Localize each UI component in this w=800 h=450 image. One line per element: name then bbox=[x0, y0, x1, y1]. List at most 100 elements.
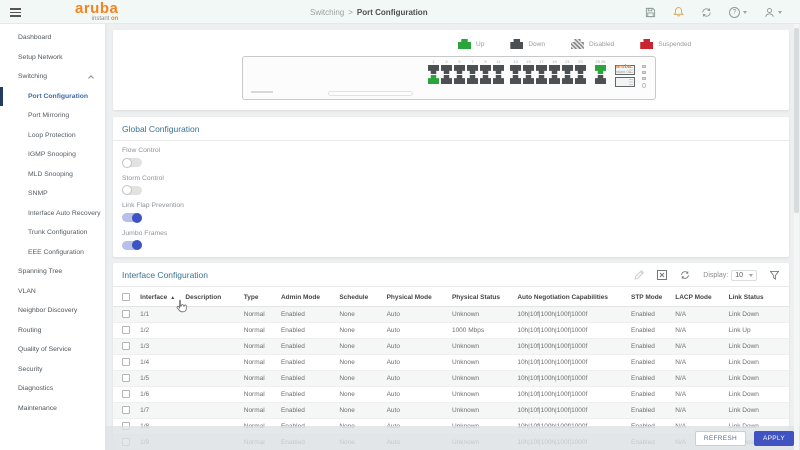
legend-down-icon bbox=[510, 39, 523, 49]
sidebar-item-security[interactable]: Security bbox=[0, 360, 105, 380]
sidebar-item-igmp-snooping[interactable]: IGMP Snooping bbox=[0, 145, 105, 165]
port-23[interactable] bbox=[575, 65, 586, 74]
storm-control-toggle[interactable] bbox=[122, 186, 142, 195]
column-header-schedule[interactable]: Schedule bbox=[336, 289, 383, 306]
port-11[interactable] bbox=[493, 65, 504, 74]
sidebar-item-eee-configuration[interactable]: EEE Configuration bbox=[0, 243, 105, 263]
sidebar-item-port-mirroring[interactable]: Port Mirroring bbox=[0, 106, 105, 126]
sidebar-item-quality-of-service[interactable]: Quality of Service bbox=[0, 340, 105, 360]
port-9[interactable] bbox=[480, 65, 491, 74]
scrollbar-track[interactable] bbox=[794, 24, 799, 450]
port-24[interactable] bbox=[575, 75, 586, 84]
port-17[interactable] bbox=[536, 65, 547, 74]
port-21[interactable] bbox=[562, 65, 573, 74]
port-number-label: 5 bbox=[454, 60, 465, 64]
port-3[interactable] bbox=[441, 65, 452, 74]
table-row[interactable]: 1/7NormalEnabledNoneAutoUnknown10h|10f|1… bbox=[113, 402, 789, 418]
sidebar-item-port-configuration[interactable]: Port Configuration bbox=[0, 87, 105, 107]
sfp-slot[interactable] bbox=[615, 77, 635, 87]
column-header-physical-mode[interactable]: Physical Mode bbox=[384, 289, 449, 306]
table-row[interactable]: 1/1NormalEnabledNoneAutoUnknown10h|10f|1… bbox=[113, 306, 789, 322]
user-icon[interactable] bbox=[764, 7, 782, 18]
sidebar-item-label: IGMP Snooping bbox=[28, 151, 76, 158]
flow-control-toggle[interactable] bbox=[122, 158, 142, 167]
port-2[interactable] bbox=[428, 75, 439, 84]
column-header-link-status[interactable]: Link Status bbox=[726, 289, 789, 306]
sidebar-item-diagnostics[interactable]: Diagnostics bbox=[0, 379, 105, 399]
port-10[interactable] bbox=[480, 75, 491, 84]
sidebar-item-maintenance[interactable]: Maintenance bbox=[0, 399, 105, 419]
sync-icon[interactable] bbox=[701, 7, 712, 18]
column-header-lacp-mode[interactable]: LACP Mode bbox=[672, 289, 725, 306]
column-header-physical-status[interactable]: Physical Status bbox=[449, 289, 514, 306]
sidebar-item-interface-auto-recovery[interactable]: Interface Auto Recovery bbox=[0, 204, 105, 224]
sidebar-item-trunk-configuration[interactable]: Trunk Configuration bbox=[0, 223, 105, 243]
port-column: 11 bbox=[493, 60, 504, 84]
hamburger-menu-icon[interactable] bbox=[10, 8, 21, 19]
sidebar-item-snmp[interactable]: SNMP bbox=[0, 184, 105, 204]
save-icon[interactable] bbox=[645, 7, 656, 18]
port-16[interactable] bbox=[523, 75, 534, 84]
table-row[interactable]: 1/5NormalEnabledNoneAutoUnknown10h|10f|1… bbox=[113, 370, 789, 386]
port-26[interactable] bbox=[595, 75, 606, 84]
sidebar-item-switching[interactable]: Switching bbox=[0, 67, 105, 87]
column-header-type[interactable]: Type bbox=[241, 289, 278, 306]
breadcrumb-section[interactable]: Switching bbox=[310, 8, 344, 17]
sidebar-item-setup-network[interactable]: Setup Network bbox=[0, 48, 105, 68]
port-column: 5 bbox=[454, 60, 465, 84]
cursor-pointer-icon bbox=[175, 299, 188, 314]
table-row[interactable]: 1/2NormalEnabledNoneAuto1000 Mbps10h|10f… bbox=[113, 322, 789, 338]
port-5[interactable] bbox=[454, 65, 465, 74]
column-header-stp-mode[interactable]: STP Mode bbox=[628, 289, 672, 306]
table-row[interactable]: 1/6NormalEnabledNoneAutoUnknown10h|10f|1… bbox=[113, 386, 789, 402]
port-1[interactable] bbox=[428, 65, 439, 74]
sidebar-item-vlan[interactable]: VLAN bbox=[0, 282, 105, 302]
scrollbar-thumb[interactable] bbox=[794, 28, 799, 213]
display-count-dropdown[interactable]: Display: 10 bbox=[703, 270, 757, 281]
port-22[interactable] bbox=[562, 75, 573, 84]
apply-button[interactable]: APPLY bbox=[754, 431, 794, 446]
refresh-icon[interactable] bbox=[680, 267, 690, 285]
row-checkbox[interactable] bbox=[122, 390, 130, 398]
sidebar-item-spanning-tree[interactable]: Spanning Tree bbox=[0, 262, 105, 282]
port-14[interactable] bbox=[510, 75, 521, 84]
jumbo-frames-toggle[interactable] bbox=[122, 241, 142, 250]
port-12[interactable] bbox=[493, 75, 504, 84]
sidebar-item-routing[interactable]: Routing bbox=[0, 321, 105, 341]
bell-icon[interactable] bbox=[673, 6, 684, 18]
table-row[interactable]: 1/3NormalEnabledNoneAutoUnknown10h|10f|1… bbox=[113, 338, 789, 354]
export-icon[interactable] bbox=[657, 267, 667, 285]
row-checkbox[interactable] bbox=[122, 342, 130, 350]
row-checkbox[interactable] bbox=[122, 358, 130, 366]
select-all-checkbox[interactable] bbox=[122, 293, 130, 301]
sidebar-item-mld-snooping[interactable]: MLD Snooping bbox=[0, 165, 105, 185]
port-4[interactable] bbox=[441, 75, 452, 84]
port-19[interactable] bbox=[549, 65, 560, 74]
help-icon[interactable]: ? bbox=[729, 7, 747, 18]
port-number-label: 7 bbox=[467, 60, 478, 64]
sidebar-item-dashboard[interactable]: Dashboard bbox=[0, 28, 105, 48]
port-6[interactable] bbox=[454, 75, 465, 84]
port-25[interactable] bbox=[595, 65, 606, 74]
table-row[interactable]: 1/4NormalEnabledNoneAutoUnknown10h|10f|1… bbox=[113, 354, 789, 370]
port-18[interactable] bbox=[536, 75, 547, 84]
row-checkbox[interactable] bbox=[122, 326, 130, 334]
link-flap-prevention-toggle[interactable] bbox=[122, 213, 142, 222]
port-15[interactable] bbox=[523, 65, 534, 74]
port-13[interactable] bbox=[510, 65, 521, 74]
row-checkbox[interactable] bbox=[122, 310, 130, 318]
sidebar-item-neighbor-discovery[interactable]: Neighbor Discovery bbox=[0, 301, 105, 321]
port-7[interactable] bbox=[467, 65, 478, 74]
column-header-admin-mode[interactable]: Admin Mode bbox=[278, 289, 336, 306]
refresh-button[interactable]: REFRESH bbox=[695, 431, 746, 446]
column-header-auto-negotiation-capabilities[interactable]: Auto Negotiation Capabilities bbox=[514, 289, 628, 306]
row-checkbox[interactable] bbox=[122, 406, 130, 414]
sidebar-item-loop-protection[interactable]: Loop Protection bbox=[0, 126, 105, 146]
toggle-label: Storm Control bbox=[122, 174, 184, 184]
column-header-description[interactable]: Description bbox=[182, 289, 240, 306]
port-8[interactable] bbox=[467, 75, 478, 84]
port-20[interactable] bbox=[549, 75, 560, 84]
filter-icon[interactable] bbox=[770, 267, 779, 285]
row-checkbox[interactable] bbox=[122, 374, 130, 382]
edit-icon[interactable] bbox=[634, 267, 644, 285]
